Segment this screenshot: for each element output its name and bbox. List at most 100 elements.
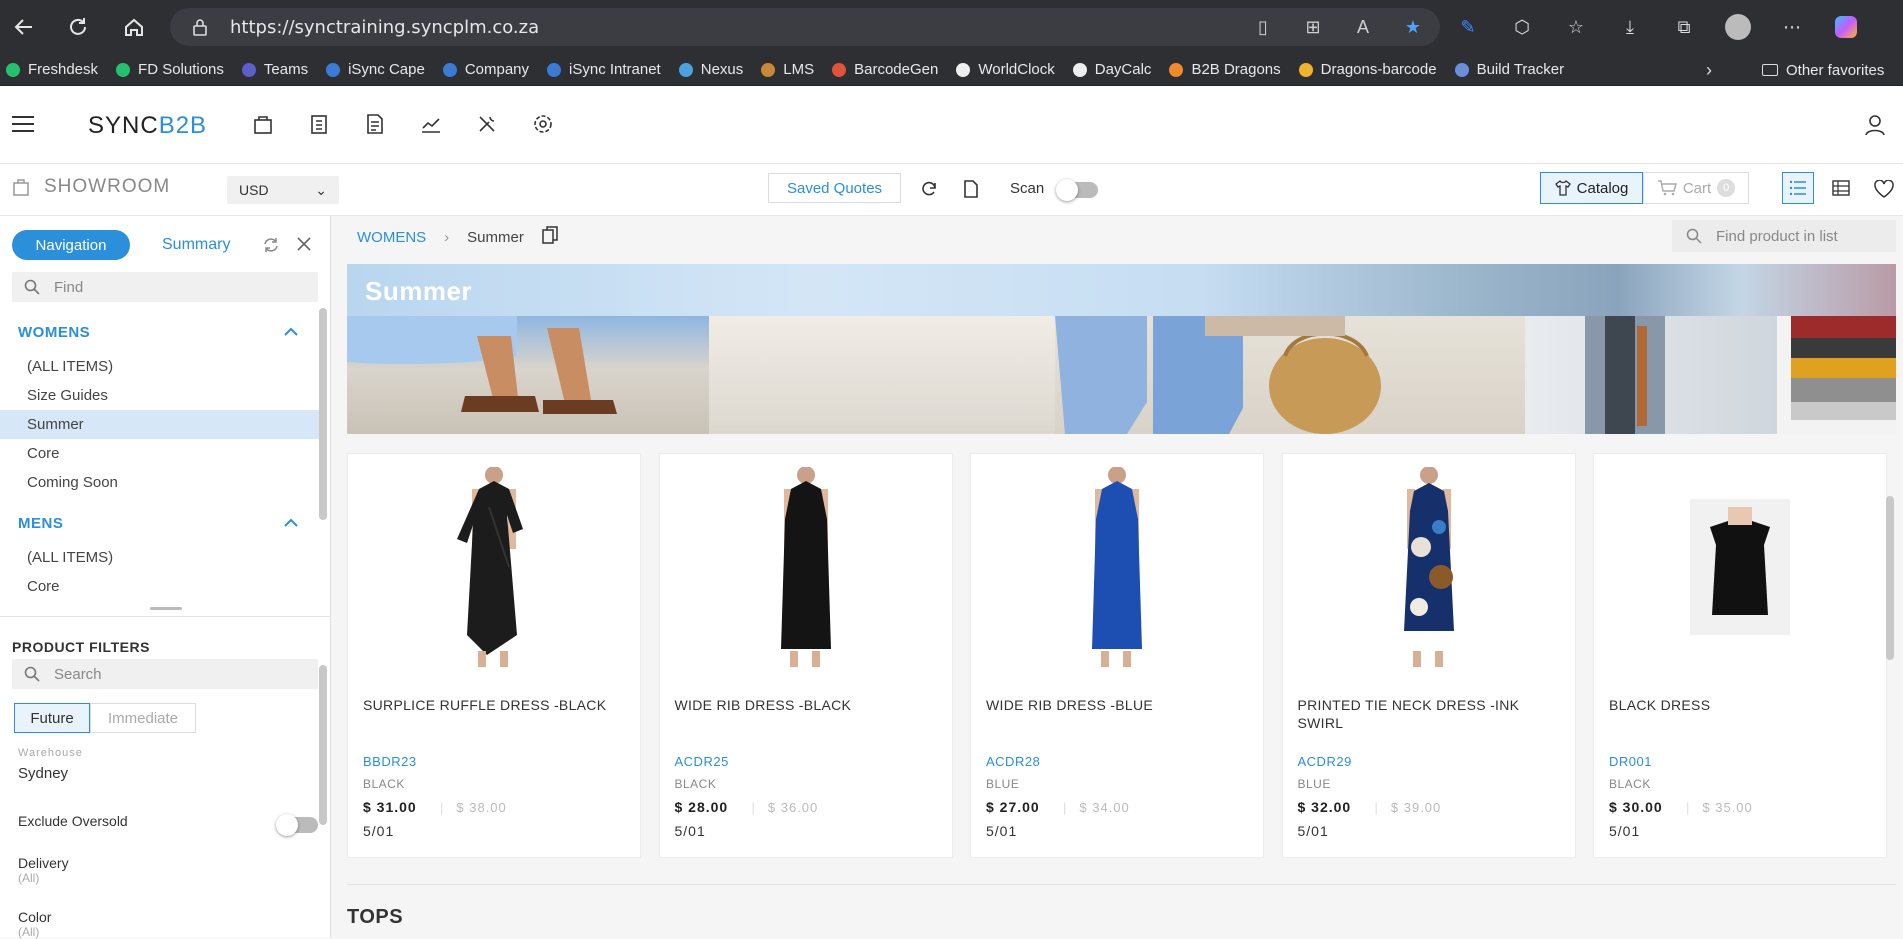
delivery-value[interactable]: (All)	[18, 871, 39, 885]
bookmark-item[interactable]: Freshdesk	[6, 61, 98, 78]
refresh-icon[interactable]	[920, 180, 938, 203]
bookmark-item[interactable]: iSync Intranet	[547, 61, 661, 78]
bookmark-item[interactable]: Build Tracker	[1454, 61, 1564, 78]
bookmark-item[interactable]: Company	[442, 61, 529, 78]
bookmark-item[interactable]: iSync Cape	[326, 61, 425, 78]
tree-group-mens[interactable]: MENS	[0, 503, 320, 543]
breadcrumb-womens[interactable]: WOMENS	[357, 229, 426, 246]
table-view-icon[interactable]	[1832, 180, 1850, 201]
tree-item[interactable]: Core	[0, 439, 320, 468]
product-code[interactable]: BBDR23	[363, 754, 417, 769]
read-aloud-icon[interactable]: A	[1350, 14, 1376, 40]
catalog-button[interactable]: Catalog	[1540, 172, 1643, 204]
warehouse-value[interactable]: Sydney	[18, 765, 68, 782]
gear-icon[interactable]	[532, 112, 554, 136]
menu-icon[interactable]	[12, 116, 34, 134]
find-input[interactable]: Find	[12, 272, 318, 302]
product-card[interactable]: BLACK DRESS DR001 BLACK $ 30.00 $ 35.00 5/01	[1593, 453, 1887, 858]
cart-button[interactable]: Cart 0	[1643, 172, 1749, 204]
copy-icon[interactable]	[542, 226, 558, 248]
close-icon[interactable]	[296, 236, 312, 257]
main-scrollbar[interactable]	[1886, 496, 1894, 660]
bookmark-item[interactable]: Nexus	[678, 61, 743, 78]
bookmark-item[interactable]: BarcodeGen	[832, 61, 938, 78]
product-name[interactable]: BLACK DRESS	[1609, 696, 1869, 714]
future-button[interactable]: Future	[14, 703, 90, 733]
product-code[interactable]: ACDR28	[986, 754, 1040, 769]
bookmark-item[interactable]: Dragons-barcode	[1298, 61, 1437, 78]
clipboard-icon[interactable]	[308, 112, 330, 136]
apps-icon[interactable]: ⊞	[1300, 14, 1326, 40]
other-favorites[interactable]: Other favorites	[1762, 54, 1884, 86]
url-text[interactable]: https://synctraining.syncplm.co.za	[230, 17, 539, 38]
lock-icon[interactable]	[192, 18, 208, 41]
bag-icon[interactable]	[252, 112, 274, 136]
bookmark-item[interactable]: FD Solutions	[116, 61, 224, 78]
invoice-icon[interactable]	[364, 112, 386, 136]
bookmark-item[interactable]: Teams	[241, 61, 308, 78]
color-label[interactable]: Color	[18, 909, 51, 925]
product-name[interactable]: PRINTED TIE NECK DRESS -INK SWIRL	[1298, 696, 1558, 732]
product-code[interactable]: ACDR25	[675, 754, 729, 769]
product-card[interactable]: SURPLICE RUFFLE DRESS -BLACK BBDR23 BLACK $…	[347, 453, 641, 858]
product-name[interactable]: WIDE RIB DRESS -BLUE	[986, 696, 1246, 714]
address-bar[interactable]: https://synctraining.syncplm.co.za ▯ ⊞ A…	[170, 8, 1440, 46]
chevron-right-icon[interactable]: ›	[1706, 54, 1712, 86]
chevron-up-icon[interactable]	[284, 327, 298, 337]
bookmark-item[interactable]: DayCalc	[1072, 61, 1151, 78]
tab-navigation[interactable]: Navigation	[12, 230, 130, 260]
copilot-icon[interactable]	[1828, 9, 1864, 45]
tree-item[interactable]: Coming Soon	[0, 468, 320, 497]
immediate-button[interactable]: Immediate	[90, 703, 196, 733]
product-image[interactable]	[1594, 456, 1886, 678]
product-image[interactable]	[971, 456, 1263, 678]
tree-group-womens[interactable]: WOMENS	[0, 312, 320, 352]
favorite-star-icon[interactable]: ★	[1400, 14, 1426, 40]
sync-icon[interactable]	[262, 236, 280, 259]
logo[interactable]: SYNCB2B	[88, 112, 207, 140]
back-button[interactable]	[4, 7, 44, 47]
tree-item[interactable]: (ALL ITEMS)	[0, 543, 320, 572]
tools-icon[interactable]	[476, 112, 498, 136]
chart-icon[interactable]	[420, 112, 442, 136]
chevron-up-icon[interactable]	[284, 518, 298, 528]
color-value[interactable]: (All)	[18, 925, 39, 939]
profile-avatar[interactable]	[1720, 9, 1756, 45]
product-card[interactable]: WIDE RIB DRESS -BLUE ACDR28 BLUE $ 27.00 $ 3…	[970, 453, 1264, 858]
product-card[interactable]: WIDE RIB DRESS -BLACK ACDR25 BLACK $ 28.00 $…	[658, 453, 953, 858]
product-name[interactable]: WIDE RIB DRESS -BLACK	[675, 696, 935, 714]
bookmark-item[interactable]: WorldClock	[956, 61, 1055, 78]
home-button[interactable]	[114, 7, 154, 47]
list-view-button[interactable]	[1782, 172, 1814, 204]
product-code[interactable]: DR001	[1609, 754, 1652, 769]
reload-button[interactable]	[58, 7, 98, 47]
downloads-icon[interactable]: ⤓	[1612, 9, 1648, 45]
document-icon[interactable]	[963, 180, 979, 203]
product-name[interactable]: SURPLICE RUFFLE DRESS -BLACK	[363, 696, 623, 714]
find-product-input[interactable]: Find product in list	[1672, 220, 1896, 252]
tree-item[interactable]: (ALL ITEMS)	[0, 352, 320, 381]
user-icon[interactable]	[1865, 114, 1885, 141]
bookmark-item[interactable]: LMS	[761, 61, 814, 78]
favorites-icon[interactable]: ☆	[1558, 9, 1594, 45]
reader-icon[interactable]: ▯	[1250, 14, 1276, 40]
currency-select[interactable]: USD ⌄	[227, 176, 339, 204]
tree-item[interactable]: Summer	[0, 410, 320, 439]
screenshot-icon[interactable]: ⧉	[1666, 9, 1702, 45]
extensions-icon[interactable]: ⬡	[1504, 9, 1540, 45]
saved-quotes-button[interactable]: Saved Quotes	[768, 173, 901, 203]
product-image[interactable]	[1283, 456, 1575, 678]
tree-item[interactable]: Size Guides	[0, 381, 320, 410]
resize-handle[interactable]	[150, 607, 182, 610]
delivery-label[interactable]: Delivery	[18, 855, 69, 871]
product-image[interactable]	[660, 456, 952, 678]
filter-search-input[interactable]: Search	[12, 659, 318, 689]
exclude-oversold-toggle[interactable]	[276, 814, 318, 836]
bookmark-item[interactable]: B2B Dragons	[1169, 61, 1281, 78]
product-code[interactable]: ACDR29	[1298, 754, 1352, 769]
tab-summary[interactable]: Summary	[162, 236, 230, 254]
product-card[interactable]: PRINTED TIE NECK DRESS -INK SWIRL ACDR29 B…	[1281, 453, 1576, 858]
sidebar-scrollbar[interactable]	[319, 308, 327, 520]
product-image[interactable]	[348, 456, 640, 678]
scan-toggle[interactable]	[1056, 179, 1098, 201]
